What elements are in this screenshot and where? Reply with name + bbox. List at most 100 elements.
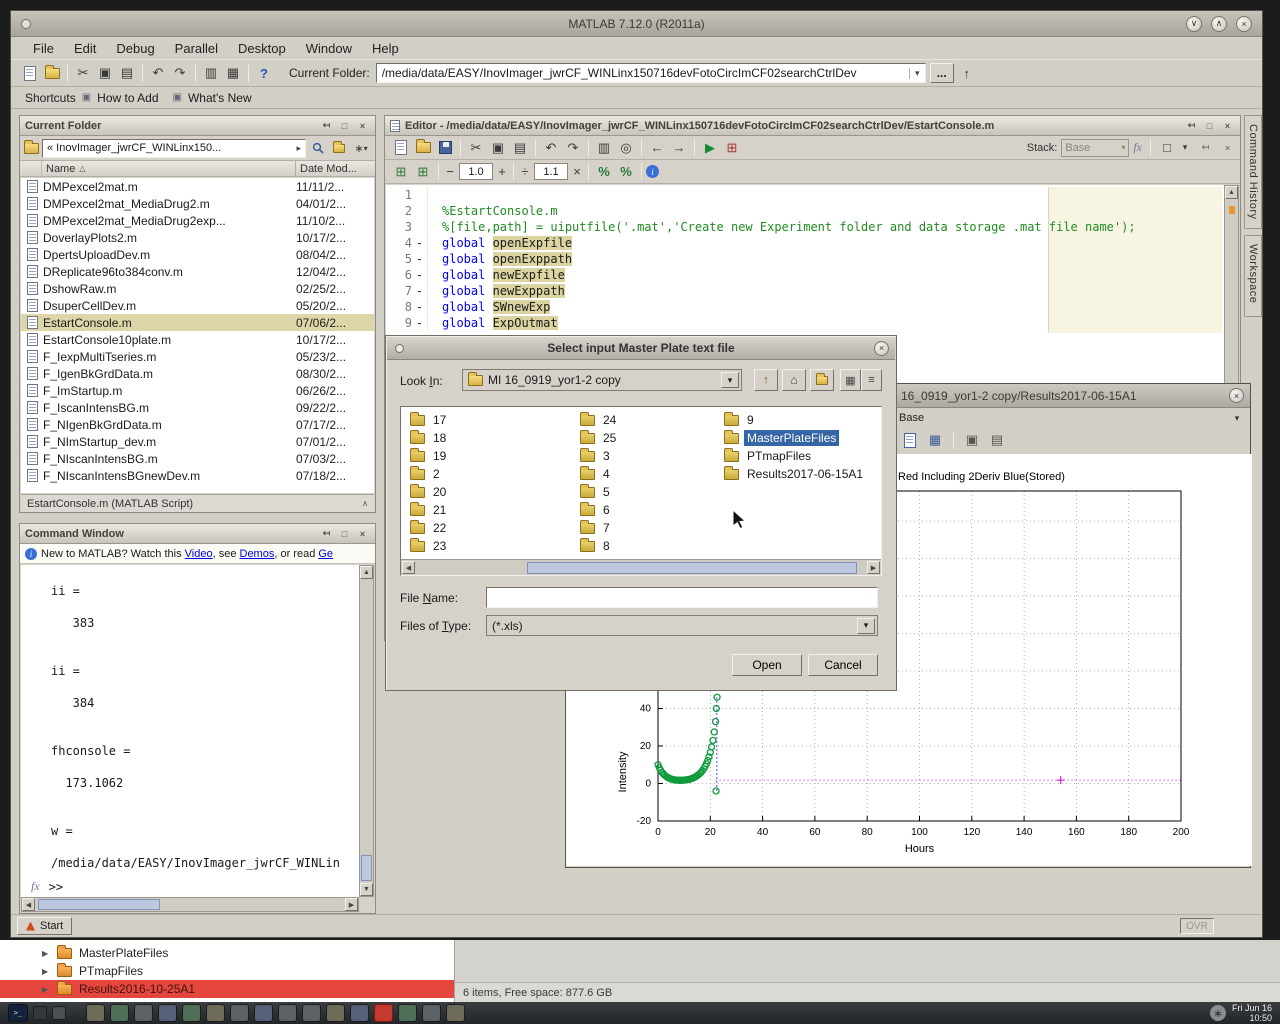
paste-button[interactable]: ▤ [509, 137, 531, 158]
new-figure-button[interactable] [899, 430, 921, 451]
folder-item[interactable]: 19 [410, 447, 570, 465]
restore-icon[interactable]: □ [1202, 119, 1217, 133]
home-button[interactable]: ⌂ [782, 369, 806, 391]
new-folder-button[interactable] [330, 139, 348, 157]
close-icon[interactable]: × [1220, 119, 1235, 133]
scroll-up-icon[interactable]: ▲ [1225, 186, 1238, 199]
files-of-type-combobox[interactable]: (*.xls) ▾ [486, 615, 878, 636]
tree-row[interactable]: ▶ MasterPlateFiles [0, 944, 454, 962]
create-new-folder-button[interactable] [810, 369, 834, 391]
file-row[interactable]: DMPexcel2mat_MediaDrug2.m 04/01/2... [21, 195, 374, 212]
value-field-2[interactable]: 1.1 [534, 163, 568, 180]
taskbar-app-icon[interactable] [182, 1004, 201, 1022]
decrease-value-button[interactable]: − [443, 161, 457, 182]
value-field-1[interactable]: 1.0 [459, 163, 493, 180]
folder-item[interactable]: 6 [580, 501, 720, 519]
folder-item[interactable]: 25 [580, 429, 720, 447]
taskbar-app-icon[interactable] [326, 1004, 345, 1022]
folder-item[interactable]: 2 [410, 465, 570, 483]
close-button[interactable]: × [1229, 388, 1244, 403]
file-row[interactable]: F_NIscanIntensBG.m 07/03/2... [21, 450, 374, 467]
code-line[interactable]: 2%EstartConsole.m [386, 203, 1223, 219]
paste-button[interactable]: ▤ [116, 63, 138, 84]
folder-item[interactable]: 7 [580, 519, 720, 537]
up-folder-button[interactable]: ↑ [956, 63, 978, 84]
scroll-right-icon[interactable]: ▶ [345, 898, 358, 911]
cancel-button[interactable]: Cancel [808, 654, 878, 676]
file-row[interactable]: DsuperCellDev.m 05/20/2... [21, 297, 374, 314]
close-icon[interactable]: × [355, 119, 370, 133]
taskbar-app-icon[interactable] [398, 1004, 417, 1022]
grid-view-toggle[interactable]: ▦ [840, 369, 861, 391]
copy-figure-button[interactable]: ▣ [961, 430, 983, 451]
list-view-toggle[interactable]: ≡ [861, 369, 882, 391]
file-row[interactable]: EstartConsole.m 07/06/2... [21, 314, 374, 331]
actions-menu-button[interactable]: ∗▾ [351, 139, 371, 157]
code-line[interactable]: 1 [386, 187, 1223, 203]
find-button[interactable]: ◎ [615, 137, 637, 158]
taskbar-app-icon[interactable] [350, 1004, 369, 1022]
print-figure-button[interactable]: ▤ [986, 430, 1008, 451]
current-folder-header[interactable]: Current Folder ↤ □ × [20, 116, 375, 136]
getting-started-link[interactable]: Ge [318, 548, 333, 560]
increase-value-button[interactable]: + [495, 161, 509, 182]
how-to-add-link[interactable]: How to Add [97, 91, 158, 105]
pane-layout-button[interactable]: □ [1159, 137, 1175, 158]
close-button[interactable]: × [874, 341, 889, 356]
folder-item[interactable]: 8 [580, 537, 720, 555]
file-row[interactable]: F_IgenBkGrdData.m 08/30/2... [21, 365, 374, 382]
video-link[interactable]: Video [185, 548, 213, 560]
editor-header[interactable]: Editor - /media/data/EASY/InovImager_jwr… [385, 116, 1240, 136]
run-advance-button[interactable]: % [615, 161, 637, 182]
taskbar-app-icon[interactable] [86, 1004, 105, 1022]
taskbar-app-icon[interactable] [302, 1004, 321, 1022]
scroll-down-icon[interactable]: ▼ [360, 883, 373, 896]
undo-button[interactable]: ↶ [540, 137, 562, 158]
new-script-button[interactable] [390, 137, 412, 158]
cut-button[interactable]: ✂ [465, 137, 487, 158]
folder-item[interactable]: 17 [410, 411, 570, 429]
folder-item[interactable]: 4 [580, 465, 720, 483]
folder-item[interactable]: 24 [580, 411, 720, 429]
scroll-left-icon[interactable]: ◀ [402, 561, 415, 574]
taskbar-app-icon[interactable] [206, 1004, 225, 1022]
tree-row[interactable]: ▶ PTmapFiles [0, 962, 454, 980]
folder-item[interactable]: 3 [580, 447, 720, 465]
code-line[interactable]: 3%[file,path] = uiputfile('.mat','Create… [386, 219, 1223, 235]
pane-menu-icon[interactable]: ▾ [1179, 137, 1191, 158]
taskbar-app-icon[interactable] [422, 1004, 441, 1022]
folder-item[interactable]: MasterPlateFiles [724, 429, 880, 447]
clock[interactable]: Fri Jun 16 10:50 [1232, 1003, 1272, 1023]
command-prompt[interactable]: >> [49, 880, 63, 894]
taskbar-app-icon[interactable] [158, 1004, 177, 1022]
file-row[interactable]: F_IscanIntensBG.m 09/22/2... [21, 399, 374, 416]
tree-row[interactable]: ▶ Results2016-10-25A1 [0, 980, 454, 998]
breakpoints-button[interactable]: ⊞ [721, 137, 743, 158]
console-output-area[interactable]: ii = 383 ii = 384 fhconsole = 173.1062 w… [21, 565, 359, 897]
code-line[interactable]: 7-global newExppath [386, 283, 1223, 299]
file-row[interactable]: DshowRaw.m 02/25/2... [21, 280, 374, 297]
combo-arrow-icon[interactable]: ▾ [909, 68, 925, 79]
menu-item[interactable]: Edit [64, 38, 106, 59]
code-line[interactable]: 5-global openExppath [386, 251, 1223, 267]
forward-button[interactable]: → [668, 137, 690, 158]
cut-button[interactable]: ✂ [72, 63, 94, 84]
taskbar-active-app-icon[interactable] [374, 1004, 393, 1022]
close-icon[interactable]: × [1220, 141, 1235, 155]
info-icon[interactable]: i [646, 165, 659, 178]
menu-item[interactable]: Debug [106, 38, 164, 59]
file-detail-bar[interactable]: EstartConsole.m (MATLAB Script) ∧ [21, 494, 374, 512]
folder-browser-horizontal-scrollbar[interactable]: ◀ ▶ [401, 559, 881, 575]
look-in-combobox[interactable]: MI 16_0919_yor1-2 copy ▾ [462, 369, 742, 391]
open-file-button[interactable] [41, 63, 63, 84]
taskbar-app-icon[interactable] [134, 1004, 153, 1022]
scroll-right-icon[interactable]: ▶ [867, 561, 880, 574]
restore-icon[interactable]: □ [337, 119, 352, 133]
dialog-titlebar[interactable]: Select input Master Plate text file × [387, 337, 895, 360]
expander-icon[interactable]: ▶ [42, 967, 50, 976]
combo-arrow-icon[interactable]: ▾ [857, 618, 875, 634]
undo-button[interactable]: ↶ [147, 63, 169, 84]
window-titlebar[interactable]: MATLAB 7.12.0 (R2011a) ∨ ∧ × [11, 11, 1262, 37]
code-line[interactable]: 4-global openExpfile [386, 235, 1223, 251]
file-row[interactable]: EstartConsole10plate.m 10/17/2... [21, 331, 374, 348]
